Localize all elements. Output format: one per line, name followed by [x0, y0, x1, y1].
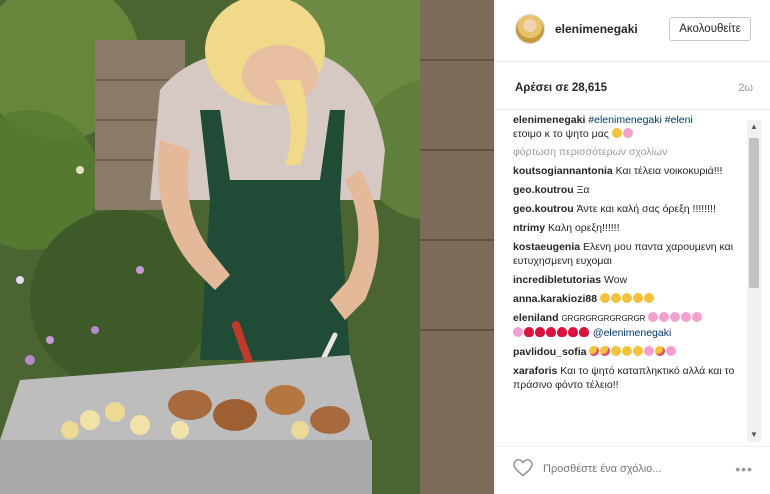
- comment-footer: •••: [495, 446, 770, 494]
- comment-item: xaraforis Και το ψητό καταπληκτικό αλλά …: [513, 364, 743, 392]
- flower-icon: [681, 312, 692, 322]
- comment-username[interactable]: incredibletutorias: [513, 274, 601, 286]
- likes-count[interactable]: Αρέσει σε 28,615: [515, 82, 607, 94]
- comment-input[interactable]: [543, 458, 703, 480]
- follow-button[interactable]: Ακολουθείτε: [669, 17, 751, 41]
- comment-mention[interactable]: @elenimenegaki: [593, 327, 671, 339]
- comment-item: geo.koutrou Ξα: [513, 183, 743, 197]
- comment-text: Wow: [604, 274, 628, 286]
- heart-emoji-icon: [579, 327, 589, 337]
- post-photo: [0, 0, 494, 494]
- flower-icon: [622, 128, 633, 138]
- comment-item: ntrimy Καλη ορεξη!!!!!!: [513, 221, 743, 235]
- comment-username[interactable]: geo.koutrou: [513, 203, 574, 215]
- flower-icon: [513, 327, 523, 337]
- grinning-face-icon: [633, 346, 644, 356]
- comment-text: Άντε και καλή σας όρεξη !!!!!!!!: [576, 203, 716, 215]
- comment-username[interactable]: pavlidou_sofia: [513, 346, 587, 358]
- more-options-icon[interactable]: •••: [735, 461, 753, 477]
- avatar[interactable]: [515, 14, 545, 44]
- post-time[interactable]: 2ω: [738, 82, 753, 94]
- heart-emoji-icon: [546, 327, 556, 337]
- flower-icon: [692, 312, 703, 322]
- post-header: elenimenegaki Ακολουθείτε: [495, 0, 770, 62]
- flower-icon: [666, 346, 677, 356]
- grinning-face-icon: [611, 346, 622, 356]
- scroll-down-icon[interactable]: ▼: [747, 428, 761, 442]
- post-username[interactable]: elenimenegaki: [555, 22, 638, 36]
- comment-username[interactable]: xaraforis: [513, 365, 557, 377]
- comment-text: GRGRGRGRGRGRGR: [561, 314, 646, 323]
- comment-username[interactable]: ntrimy: [513, 222, 545, 234]
- comment-item: koutsogiannantonia Και τέλεια νοικοκυριά…: [513, 164, 743, 178]
- comments-list: elenimenegaki #elenimenegaki #eleni ετοι…: [513, 110, 743, 445]
- flower-icon: [659, 312, 670, 322]
- likes-row: Αρέσει σε 28,615 2ω: [495, 62, 770, 110]
- comment-text: Και τέλεια νοικοκυριά!!!: [615, 165, 723, 177]
- kiss-face-icon: [589, 346, 600, 356]
- scroll-up-icon[interactable]: ▲: [747, 120, 761, 134]
- comment-username[interactable]: kostaeugenia: [513, 241, 580, 253]
- grinning-face-icon: [643, 293, 654, 303]
- flower-icon: [644, 346, 655, 356]
- comment-text: Καλη ορεξη!!!!!!: [548, 222, 620, 234]
- kiss-face-icon: [655, 346, 666, 356]
- comment-username[interactable]: eleniland: [513, 312, 559, 324]
- comments-scrollbar[interactable]: ▲ ▼: [747, 120, 761, 442]
- flower-icon: [670, 312, 681, 322]
- comment-item: kostaeugenia Ελενη μου παντα χαρουμενη κ…: [513, 240, 743, 268]
- load-more-comments[interactable]: φόρτωση περισσότερων σχολίων: [513, 145, 743, 159]
- post-caption: elenimenegaki #elenimenegaki #eleni ετοι…: [513, 110, 743, 141]
- heart-icon[interactable]: [513, 459, 533, 477]
- grinning-face-icon: [632, 293, 643, 303]
- photo-illustration: [0, 0, 494, 494]
- comment-item: geo.koutrou Άντε και καλή σας όρεξη !!!!…: [513, 202, 743, 216]
- comment-username[interactable]: anna.karakiozi88: [513, 293, 597, 305]
- grinning-face-icon: [622, 346, 633, 356]
- comment-text: Ξα: [576, 184, 590, 196]
- comment-item: anna.karakiozi88: [513, 292, 743, 306]
- grinning-face-icon: [610, 293, 621, 303]
- flower-icon: [648, 312, 659, 322]
- kiss-face-icon: [600, 346, 611, 356]
- comment-username[interactable]: geo.koutrou: [513, 184, 574, 196]
- comment-item: pavlidou_sofia: [513, 345, 743, 359]
- heart-emoji-icon: [524, 327, 534, 337]
- grinning-face-icon: [621, 293, 632, 303]
- comment-item: eleniland GRGRGRGRGRGRGR @elenimenegaki: [513, 311, 743, 340]
- post-sidebar: elenimenegaki Ακολουθείτε Αρέσει σε 28,6…: [494, 0, 770, 494]
- grinning-face-icon: [599, 293, 610, 303]
- heart-emoji-icon: [535, 327, 545, 337]
- caption-text: ετοιμο κ το ψητο μας: [513, 128, 609, 140]
- grinning-face-icon: [611, 128, 622, 138]
- scroll-thumb[interactable]: [749, 138, 759, 288]
- caption-username[interactable]: elenimenegaki: [513, 114, 585, 126]
- heart-emoji-icon: [557, 327, 567, 337]
- caption-hashtags[interactable]: #elenimenegaki #eleni: [588, 114, 693, 126]
- heart-emoji-icon: [568, 327, 578, 337]
- comment-item: incredibletutorias Wow: [513, 273, 743, 287]
- comment-username[interactable]: koutsogiannantonia: [513, 165, 613, 177]
